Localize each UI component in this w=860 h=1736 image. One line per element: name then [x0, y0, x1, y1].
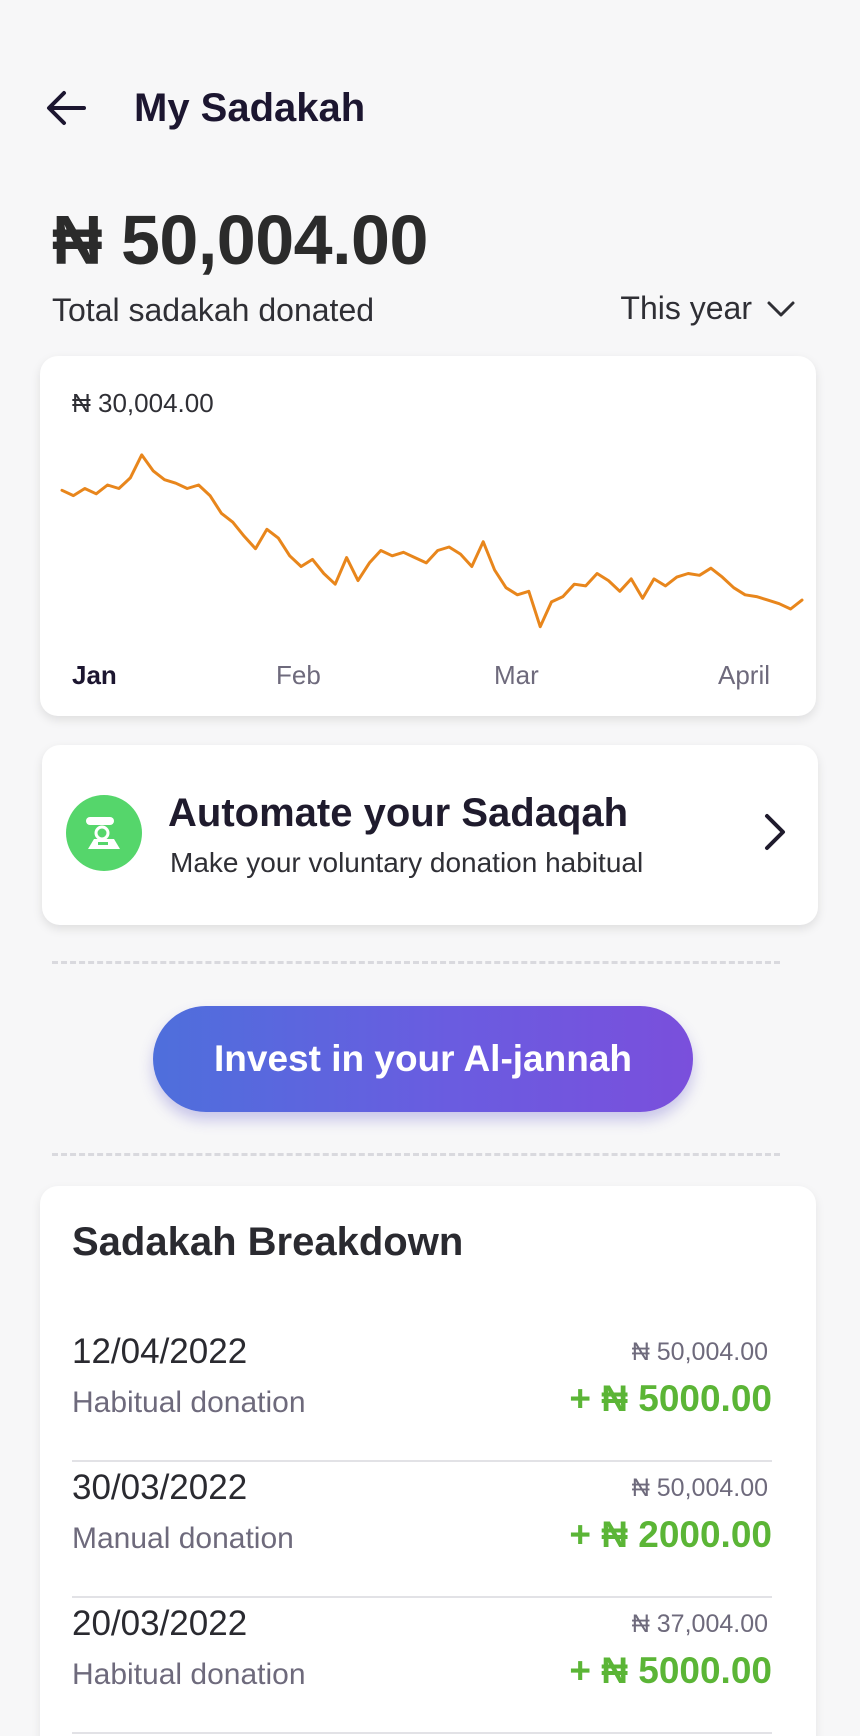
chevron-right-icon — [750, 807, 800, 857]
total-label: Total sadakah donated — [52, 292, 375, 328]
donation-amount: + ₦ 5000.00 — [569, 1378, 772, 1419]
donation-chart-card: ₦ 30,004.00 Jan Feb Mar April — [40, 356, 816, 716]
x-tick-label: April — [718, 660, 771, 690]
running-total: ₦ 50,004.00 — [631, 1338, 768, 1366]
period-dropdown[interactable]: This year — [620, 290, 796, 327]
donation-trend-line — [60, 453, 804, 629]
sadakah-screen: My Sadakah ₦ 50,004.00 Total sadakah don… — [0, 0, 860, 1736]
dashed-divider — [52, 1153, 780, 1156]
list-item[interactable]: 12/04/2022 Habitual donation ₦ 50,004.00… — [72, 1326, 772, 1462]
automate-title: Automate your Sadaqah — [168, 791, 629, 835]
page-title: My Sadakah — [134, 85, 366, 130]
list-item[interactable]: 20/03/2022 Habitual donation ₦ 37,004.00… — [72, 1598, 772, 1734]
donation-date: 30/03/2022 — [72, 1468, 248, 1507]
donation-type: Manual donation — [72, 1522, 294, 1555]
donation-type: Habitual donation — [72, 1386, 306, 1419]
x-tick-label: Mar — [494, 660, 539, 690]
breakdown-title: Sadakah Breakdown — [72, 1220, 464, 1264]
app-header: My Sadakah — [44, 78, 816, 138]
breakdown-list: 12/04/2022 Habitual donation ₦ 50,004.00… — [72, 1326, 772, 1734]
automate-sadaqah-card[interactable]: Automate your Sadaqah Make your voluntar… — [42, 745, 818, 925]
chart-max-label: ₦ 30,004.00 — [72, 388, 214, 418]
donation-amount: + ₦ 5000.00 — [569, 1650, 772, 1691]
x-tick-label: Feb — [276, 660, 321, 690]
donation-amount: + ₦ 2000.00 — [569, 1514, 772, 1555]
donation-date: 12/04/2022 — [72, 1332, 248, 1371]
running-total: ₦ 37,004.00 — [631, 1610, 768, 1638]
donation-type: Habitual donation — [72, 1658, 306, 1691]
automate-subtitle: Make your voluntary donation habitual — [170, 847, 644, 878]
chart-x-axis: Jan Feb Mar April — [40, 660, 816, 694]
hand-coin-icon — [66, 795, 142, 871]
dashed-divider — [52, 961, 780, 964]
period-value: This year — [620, 290, 752, 326]
breakdown-card: Sadakah Breakdown 12/04/2022 Habitual do… — [40, 1186, 816, 1736]
donation-date: 20/03/2022 — [72, 1604, 248, 1643]
invest-button[interactable]: Invest in your Al-jannah — [153, 1006, 693, 1112]
chevron-down-icon — [767, 301, 795, 316]
running-total: ₦ 50,004.00 — [631, 1474, 768, 1502]
arrow-left-icon — [47, 91, 86, 125]
x-tick-label: Jan — [72, 660, 117, 690]
list-item[interactable]: 30/03/2022 Manual donation ₦ 50,004.00 +… — [72, 1462, 772, 1598]
total-amount: ₦ 50,004.00 — [52, 201, 428, 279]
back-button[interactable] — [44, 78, 104, 138]
